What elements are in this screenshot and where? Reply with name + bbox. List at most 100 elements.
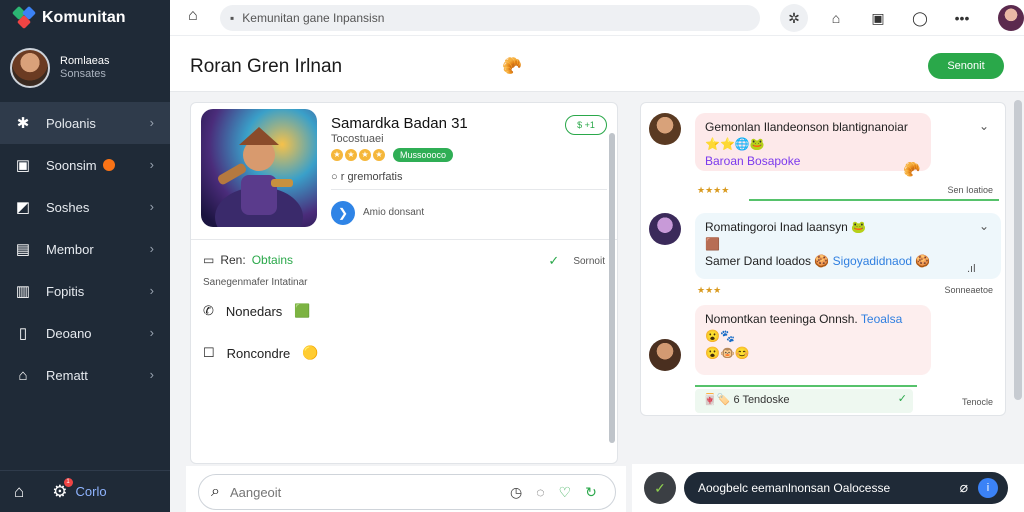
page-header: Roran Gren Irlnan 🥐 Senonit [170,36,1024,92]
genre-badge: Mussoooco [393,148,454,162]
chevron-right-icon: › [149,199,154,214]
chevron-right-icon: › [149,325,154,340]
home-icon[interactable]: ⌂ [188,7,198,25]
heart-icon[interactable]: ♡ [559,484,572,501]
message-highlight[interactable]: Sigoyadidnaod [833,254,912,268]
commit-label: Sornoit [573,255,605,267]
app-store-icon[interactable]: ❯ [331,201,355,225]
message-input[interactable]: Aoogbelc eemanlnonsan Oalocesse ⌀ i [684,472,1008,504]
message-text-line2: Samer Dand loados [705,254,812,268]
sidebar-item-rematt[interactable]: ⌂ Rematt › [0,354,170,396]
shield-icon[interactable]: ◯ [906,4,934,32]
emoji-row: 🀄🏷️ 6 [703,394,740,406]
footer-link[interactable]: Corlo [76,484,107,499]
list-item-label: Roncondre [226,345,291,361]
info-icon[interactable]: i [978,478,998,498]
game-detail-panel: Samardka Badan 31 Tocostuaei ★ ★ ★ ★ Mus… [190,102,618,464]
emoji-icon: 🟡 [302,345,319,360]
app-name: Komunitan [42,9,126,26]
check-circle-icon: ✓ [548,253,560,268]
sidebar-item-membor[interactable]: ▤ Membor › [0,228,170,270]
sidebar-item-fopitis[interactable]: ▥ Fopitis › [0,270,170,312]
message-meta: Sen Ioatioe [947,185,993,195]
status-pill[interactable]: $ +1 [565,115,607,135]
message-bubble[interactable]: Nomontkan teeninga Onnsh. Teoalsa 😮🐾 😮🐵😊 [695,305,931,375]
genre-line: ○ r gremorfatis [331,171,402,183]
profile-avatar[interactable] [998,5,1024,31]
checkbox-icon: ☐ [203,345,215,360]
monitor-icon: ▤ [15,241,31,258]
commit-action[interactable]: ✓ Sornoit [548,253,605,269]
chat-bubble-icon[interactable]: ◌ [536,484,544,500]
message-bubble[interactable]: Gemonlan Ilandeonson blantignanoiar ⭐⭐🌐🐸… [695,113,931,171]
sidebar-item-deoano[interactable]: ▯ Deoano › [0,312,170,354]
scrollbar-thumb[interactable] [609,133,615,443]
sidebar-item-label: Poloanis [46,115,96,131]
submit-button[interactable]: Senonit [928,53,1004,79]
settings-icon[interactable]: ⚙ 1 [52,477,73,502]
emoji-row: 🟫 [705,237,720,251]
emoji-icon: 🟩 [294,303,311,318]
check-icon: ✓ [897,393,907,405]
user-avatar [10,48,50,88]
rating-stars: ★ ★ ★ ★ [331,149,385,161]
more-icon[interactable]: ••• [948,4,976,32]
reaction-icon: 🥐 [903,161,921,177]
avatar[interactable] [649,339,681,371]
clipboard-icon: ▯ [18,325,28,342]
signal-icon: .ıl [967,263,976,275]
bookmark-icon[interactable]: ⌂ [822,4,850,32]
sidebar-item-soonsim[interactable]: ▣ Soonsim › [0,144,170,186]
sidebar-item-label: Deoano [46,325,92,341]
reply-meta: Tenocle [961,397,993,407]
message-text: Romatingoroi Inad laansyn [705,220,848,234]
emoji-row: 😮🐵😊 [705,346,750,360]
game-subtitle: Tocostuaei [331,133,384,145]
search-input[interactable] [229,484,500,500]
extension-icon[interactable]: ✲ [780,4,808,32]
message-bubble[interactable]: Romatingoroi Inad laansyn 🐸 🟫 Samer Dand… [695,213,1001,279]
notification-badge: 1 [63,477,73,487]
reaction-icon: 🥐 [502,58,522,75]
message-text: Nomontkan teeninga Onnsh. [705,312,858,326]
chevron-down-icon[interactable]: ⌄ [979,219,989,233]
list-item[interactable]: ✆ Nonedars 🟩 [203,303,310,319]
address-bar[interactable]: ▪ Kemunitan gane Inpansisn [220,5,760,31]
sidebar-item-poloanis[interactable]: ✱ Poloanis › [0,102,170,144]
game-cover-image[interactable] [201,109,317,227]
left-composer: ⌕ ◷ ◌ ♡ ↻ [186,466,626,512]
notification-dot [102,159,115,171]
avatar[interactable] [649,213,681,245]
sidebar: Komunitan Romlaeas Sonsates ✱ Poloanis ›… [0,0,170,512]
sidebar-item-label: Fopitis [46,283,85,299]
send-button[interactable]: ✓ [644,472,676,504]
chat-icon: ▣ [15,157,31,174]
sidebar-footer: ⌂ ⚙ 1 Corlo [0,470,170,512]
brand[interactable]: Komunitan [11,5,126,30]
objectives-value[interactable]: Obtains [252,253,293,267]
search-box[interactable]: ⌕ ◷ ◌ ♡ ↻ [198,474,616,510]
puzzle-icon: ✱ [16,115,30,132]
clock-icon[interactable]: ◷ [510,484,522,501]
message-input-text: Aoogbelc eemanlnonsan Oalocesse [698,481,891,495]
app-text: Amio donsant [363,207,425,218]
list-item[interactable]: ☐ Roncondre 🟡 [203,345,318,361]
avatar[interactable] [649,113,681,145]
sidebar-item-soshes[interactable]: ◩ Soshes › [0,186,170,228]
reply-bar[interactable]: 🀄🏷️ 6 Tendoske ✓ [695,389,913,413]
circle-icon: ○ [331,171,338,183]
panel-scrollbar[interactable] [609,133,615,443]
message-highlight[interactable]: Teoalsa [861,312,902,326]
message-tag[interactable]: Baroan Bosapoke [705,153,921,170]
building-icon: ⌂ [18,366,28,384]
details-description: Sanegenmafer Intatinar [203,277,308,288]
user-profile[interactable]: Romlaeas Sonsates [10,48,110,88]
home-icon[interactable]: ⌂ [14,482,24,502]
share-arrow-icon[interactable]: ↻ [585,484,597,501]
chevron-right-icon: › [149,367,154,382]
attach-icon[interactable]: ⌀ [960,479,968,496]
chat-scrollbar[interactable] [1014,100,1022,400]
share-icon[interactable]: ▣ [864,4,892,32]
user-name: Romlaeas [60,55,110,67]
chevron-down-icon[interactable]: ⌄ [979,119,989,133]
